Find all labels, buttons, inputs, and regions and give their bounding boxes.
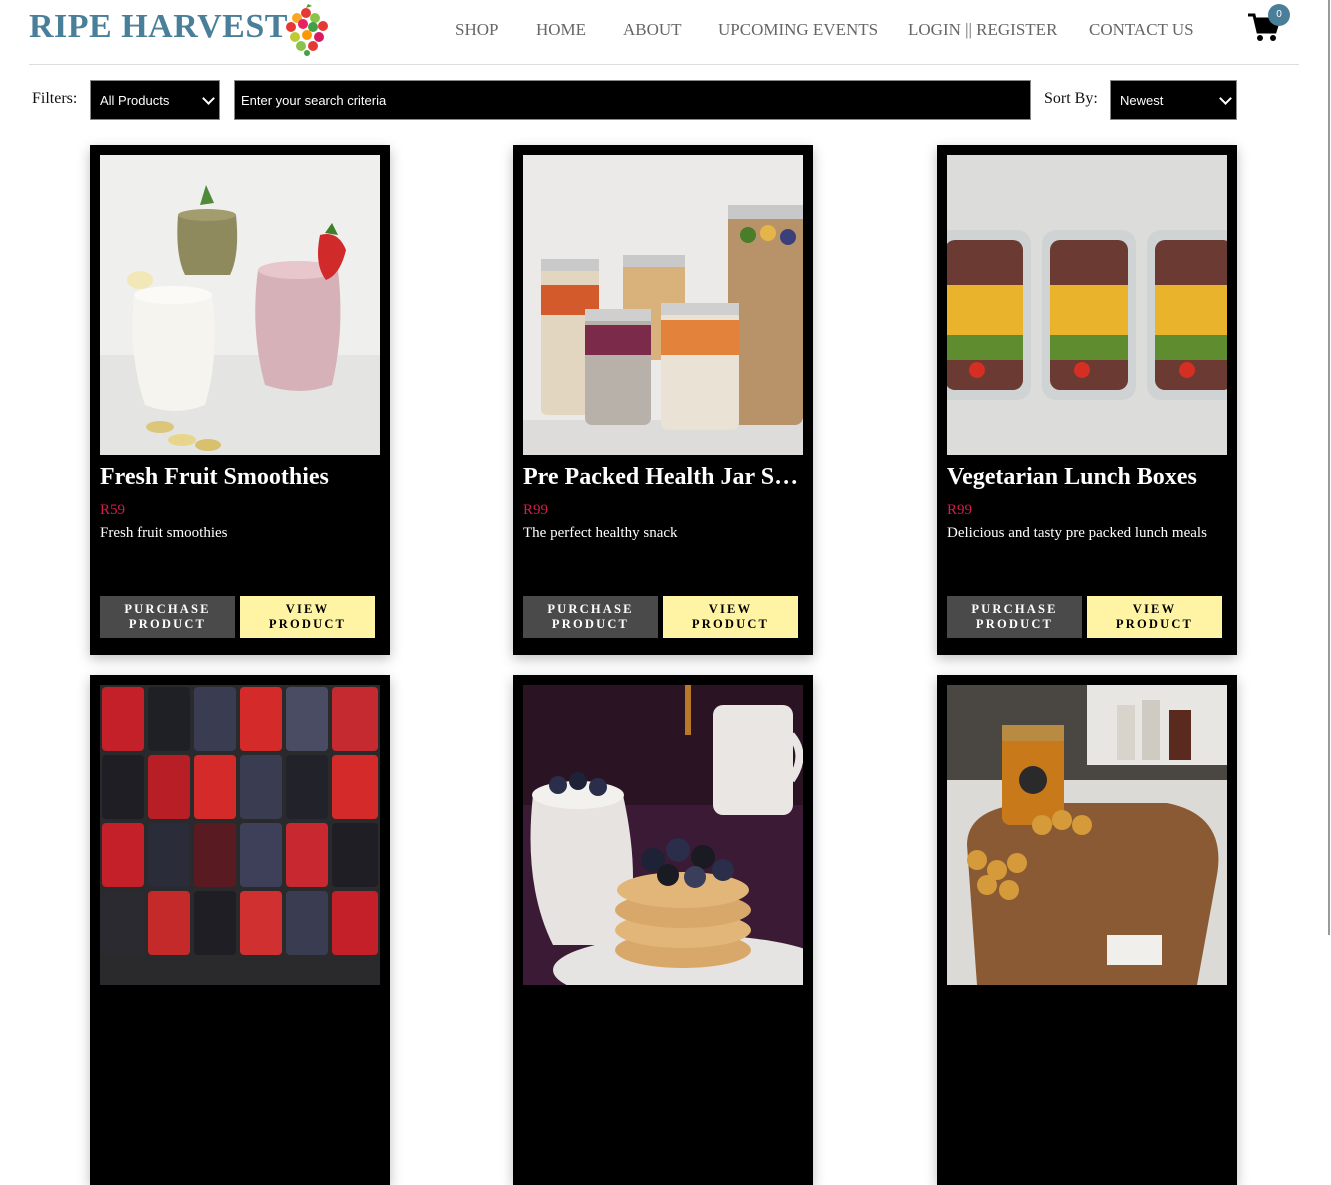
- view-product-button[interactable]: VIEW PRODUCT: [663, 596, 798, 638]
- product-price: R99: [947, 502, 973, 518]
- chevron-down-icon: [1219, 92, 1232, 105]
- product-card: Fresh Fruit Smoothies R59 Fresh fruit sm…: [90, 145, 390, 655]
- nav-home[interactable]: HOME: [536, 20, 586, 40]
- view-product-button[interactable]: VIEW PRODUCT: [240, 596, 375, 638]
- product-card: [513, 675, 813, 1185]
- sort-label: Sort By:: [1044, 90, 1098, 107]
- nav-login-register[interactable]: LOGIN || REGISTER: [908, 20, 1057, 40]
- page-edge: [1328, 0, 1330, 935]
- purchase-product-button[interactable]: PURCHASE PRODUCT: [523, 596, 658, 638]
- product-card: [90, 675, 390, 1185]
- nav-upcoming-events[interactable]: UPCOMING EVENTS: [718, 20, 878, 40]
- category-select-value: All Products: [100, 93, 170, 108]
- product-name[interactable]: Pre Packed Health Jar Snacks: [523, 464, 805, 491]
- category-select[interactable]: All Products: [90, 80, 220, 120]
- header-divider: [29, 64, 1299, 65]
- product-card: Vegetarian Lunch Boxes R99 Delicious and…: [937, 145, 1237, 655]
- sort-select-value: Newest: [1120, 93, 1164, 108]
- filters-label: Filters:: [32, 90, 78, 107]
- product-card: Pre Packed Health Jar Snacks R99 The per…: [513, 145, 813, 655]
- cart-count-badge: 0: [1268, 4, 1290, 26]
- sort-select[interactable]: Newest: [1110, 80, 1237, 120]
- nav-contact-us[interactable]: CONTACT US: [1089, 20, 1194, 40]
- product-name[interactable]: Fresh Fruit Smoothies: [100, 464, 382, 491]
- product-image[interactable]: [100, 155, 380, 455]
- brand-logo-text[interactable]: RIPE HARVEST: [29, 8, 288, 46]
- product-name[interactable]: Vegetarian Lunch Boxes: [947, 464, 1229, 491]
- product-image[interactable]: [947, 685, 1227, 985]
- purchase-product-button[interactable]: PURCHASE PRODUCT: [947, 596, 1082, 638]
- nav-shop[interactable]: SHOP: [455, 20, 498, 40]
- chevron-down-icon: [202, 92, 215, 105]
- product-price: R59: [100, 502, 126, 518]
- view-product-button[interactable]: VIEW PRODUCT: [1087, 596, 1222, 638]
- product-description: The perfect healthy snack: [523, 525, 678, 541]
- product-image[interactable]: [523, 685, 803, 985]
- nav-about[interactable]: ABOUT: [623, 20, 682, 40]
- product-description: Fresh fruit smoothies: [100, 525, 228, 541]
- site-header: RIPE HARVEST SHOP HOME ABOUT UPCOMING EV…: [0, 0, 1331, 64]
- product-price: R99: [523, 502, 549, 518]
- product-image[interactable]: [947, 155, 1227, 455]
- product-card: [937, 675, 1237, 1185]
- product-image[interactable]: [100, 685, 380, 985]
- product-image[interactable]: [523, 155, 803, 455]
- search-placeholder: Enter your search criteria: [241, 93, 387, 108]
- product-description: Delicious and tasty pre packed lunch mea…: [947, 525, 1207, 541]
- fruit-logo-icon[interactable]: [279, 2, 333, 56]
- purchase-product-button[interactable]: PURCHASE PRODUCT: [100, 596, 235, 638]
- search-input[interactable]: Enter your search criteria: [234, 80, 1031, 120]
